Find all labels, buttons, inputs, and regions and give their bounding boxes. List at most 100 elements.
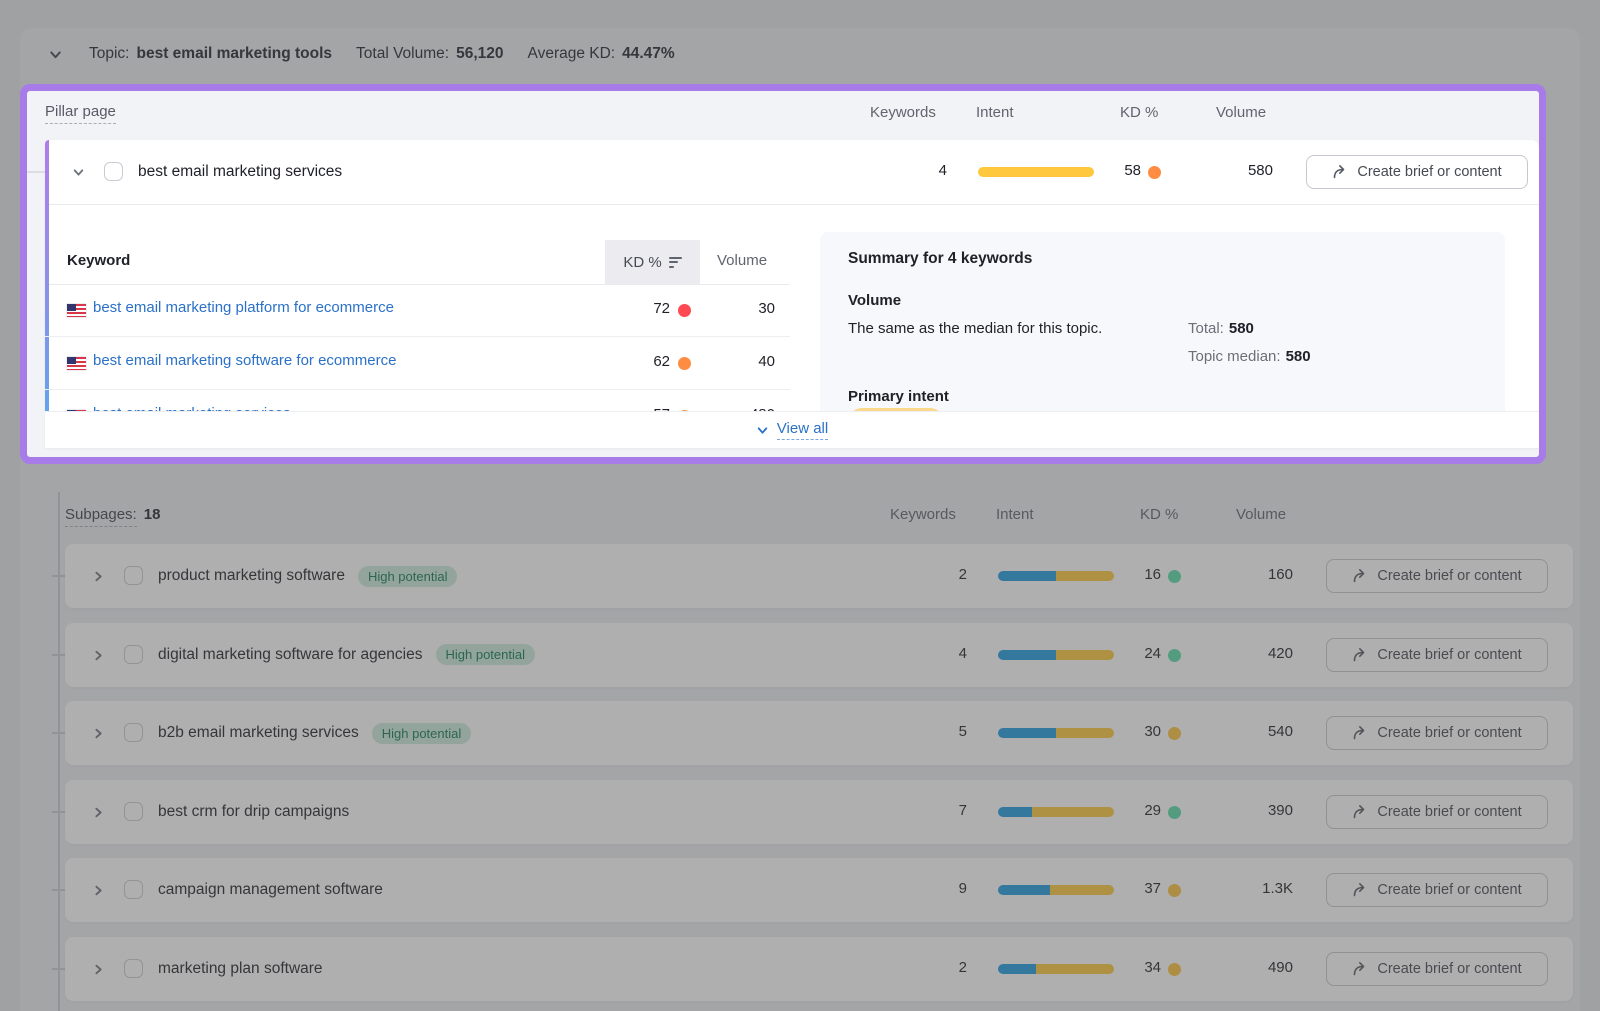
tree-connector-line (58, 492, 60, 1011)
summary-title: Summary for 4 keywords (848, 250, 1032, 268)
keyword-link[interactable]: best email marketing software for ecomme… (93, 352, 396, 369)
subpage-intent-bar (998, 807, 1114, 817)
create-brief-button[interactable]: Create brief or content (1326, 873, 1548, 907)
kd-column-header[interactable]: KD % (605, 240, 700, 284)
subpage-checkbox[interactable] (124, 880, 143, 899)
subpage-intent-bar (998, 728, 1114, 738)
topic-name: best email marketing tools (137, 45, 333, 63)
subpage-checkbox[interactable] (124, 723, 143, 742)
subpage-kd-value: 24 (1115, 645, 1161, 662)
subpage-row: digital marketing software for agenciesH… (65, 623, 1573, 687)
subpage-volume-value: 490 (1225, 959, 1293, 976)
keyword-column-header: Keyword (67, 252, 130, 269)
pillar-title: best email marketing services (138, 140, 342, 204)
pillar-page-label[interactable]: Pillar page (45, 103, 116, 124)
tree-connector-stub (52, 732, 65, 734)
subpage-intent-bar (998, 650, 1114, 660)
keyword-link[interactable]: best email marketing platform for ecomme… (93, 299, 394, 316)
subpage-title: marketing plan software (158, 937, 323, 1001)
subpage-checkbox[interactable] (124, 645, 143, 664)
create-brief-button-label: Create brief or content (1377, 568, 1521, 584)
pillar-volume-value: 580 (1205, 162, 1273, 179)
chevron-right-icon[interactable] (92, 884, 105, 897)
keyword-volume-value: 40 (705, 353, 775, 370)
pillar-keywords-count: 4 (880, 162, 947, 179)
subpage-row: product marketing softwareHigh potential… (65, 544, 1573, 608)
subpage-intent-bar (998, 885, 1114, 895)
subpages-column-volume: Volume (1236, 506, 1286, 523)
subpages-label-text[interactable]: Subpages: (65, 506, 137, 527)
subpages-column-kd: KD % (1140, 506, 1178, 523)
subpage-volume-value: 420 (1225, 645, 1293, 662)
keyword-table-row: best email marketing software for ecomme… (45, 336, 790, 389)
kd-difficulty-dot (1168, 963, 1181, 976)
us-flag-icon (67, 304, 86, 317)
high-potential-badge: High potential (358, 566, 458, 587)
subpage-volume-value: 1.3K (1225, 880, 1293, 897)
chevron-right-icon[interactable] (92, 963, 105, 976)
create-brief-button[interactable]: Create brief or content (1306, 155, 1528, 189)
us-flag-icon (67, 357, 86, 370)
subpage-row: b2b email marketing servicesHigh potenti… (65, 701, 1573, 765)
chevron-right-icon[interactable] (92, 806, 105, 819)
pillar-kd-value: 58 (1095, 162, 1141, 179)
keyword-volume-value: 30 (705, 300, 775, 317)
summary-volume-note: The same as the median for this topic. (848, 320, 1102, 337)
pillar-checkbox[interactable] (104, 162, 123, 181)
pillar-column-intent: Intent (976, 104, 1014, 121)
subpage-kd-value: 16 (1115, 566, 1161, 583)
create-brief-button[interactable]: Create brief or content (1326, 952, 1548, 986)
create-brief-button-label: Create brief or content (1377, 725, 1521, 741)
subpage-keywords-count: 5 (900, 723, 967, 740)
chevron-down-icon[interactable] (72, 166, 85, 179)
chevron-right-icon[interactable] (92, 727, 105, 740)
subpages-section-label: Subpages: 18 (65, 506, 160, 527)
topic-collapse-chevron-down-icon[interactable] (48, 47, 63, 62)
subpage-keywords-count: 4 (900, 645, 967, 662)
create-brief-button[interactable]: Create brief or content (1326, 638, 1548, 672)
create-brief-button[interactable]: Create brief or content (1326, 716, 1548, 750)
subpage-keywords-count: 9 (900, 880, 967, 897)
keyword-table-row: best email marketing platform for ecomme… (45, 284, 790, 336)
subpage-kd-value: 34 (1115, 959, 1161, 976)
subpage-kd-value: 37 (1115, 880, 1161, 897)
create-brief-button[interactable]: Create brief or content (1326, 559, 1548, 593)
kd-difficulty-dot (678, 304, 691, 317)
chevron-right-icon[interactable] (92, 570, 105, 583)
subpage-title: campaign management software (158, 858, 383, 922)
subpage-row: marketing plan software 2 34 490 Create … (65, 937, 1573, 1001)
total-volume-label: Total Volume: (356, 45, 449, 63)
summary-panel: Summary for 4 keywords Volume The same a… (820, 232, 1505, 421)
subpage-title: product marketing softwareHigh potential (158, 544, 457, 608)
view-all-link[interactable]: View all (777, 420, 828, 440)
subpage-keywords-count: 2 (900, 566, 967, 583)
summary-primary-intent-heading: Primary intent (848, 388, 949, 405)
tree-connector-stub (27, 171, 45, 173)
create-brief-button-label: Create brief or content (1377, 882, 1521, 898)
subpage-checkbox[interactable] (124, 959, 143, 978)
summary-topic-median: Topic median:580 (1188, 348, 1311, 365)
subpage-title: b2b email marketing servicesHigh potenti… (158, 701, 471, 765)
subpage-row: best crm for drip campaigns 7 29 390 Cre… (65, 780, 1573, 844)
pillar-column-kd: KD % (1120, 104, 1158, 121)
create-brief-button-label: Create brief or content (1377, 647, 1521, 663)
total-volume: Total Volume: 56,120 (356, 45, 503, 63)
pillar-column-keywords: Keywords (870, 104, 936, 121)
keyword-kd-value: 72 (608, 300, 670, 317)
subpage-kd-value: 29 (1115, 802, 1161, 819)
subpage-checkbox[interactable] (124, 566, 143, 585)
volume-column-header[interactable]: Volume (717, 252, 767, 269)
create-brief-button-label: Create brief or content (1357, 164, 1501, 180)
kd-difficulty-dot (1148, 166, 1161, 179)
create-brief-button-label: Create brief or content (1377, 804, 1521, 820)
chevron-right-icon[interactable] (92, 649, 105, 662)
average-kd-label: Average KD: (528, 45, 616, 63)
subpages-column-intent: Intent (996, 506, 1034, 523)
kd-difficulty-dot (1168, 806, 1181, 819)
subpage-checkbox[interactable] (124, 802, 143, 821)
subpages-list: product marketing softwareHigh potential… (65, 544, 1573, 1011)
kd-difficulty-dot (1168, 649, 1181, 662)
subpage-intent-bar (998, 571, 1114, 581)
subpage-volume-value: 540 (1225, 723, 1293, 740)
create-brief-button[interactable]: Create brief or content (1326, 795, 1548, 829)
